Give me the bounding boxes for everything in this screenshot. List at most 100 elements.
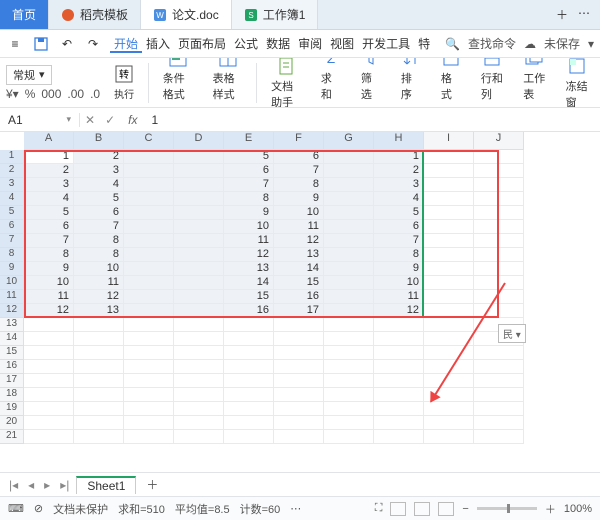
row-header[interactable]: 3 [0,178,24,192]
cell[interactable] [124,402,174,416]
cell[interactable]: 5 [374,206,424,220]
cell[interactable] [374,332,424,346]
cell[interactable] [424,248,474,262]
cell[interactable] [124,360,174,374]
cell[interactable] [324,248,374,262]
cell[interactable] [124,430,174,444]
cell[interactable]: 16 [224,304,274,318]
cell[interactable] [474,248,524,262]
add-tab-icon[interactable]: ＋ [556,6,568,23]
cell[interactable] [474,192,524,206]
cell[interactable]: 10 [224,220,274,234]
cell[interactable] [474,164,524,178]
menu-icon[interactable]: ⋯ [578,6,590,23]
cell[interactable] [124,164,174,178]
cell[interactable] [174,416,224,430]
cell[interactable]: 10 [274,206,324,220]
cell[interactable] [424,402,474,416]
cell[interactable]: 3 [74,164,124,178]
row-header[interactable]: 17 [0,374,24,388]
cell[interactable] [124,248,174,262]
cell[interactable]: 12 [274,234,324,248]
cell[interactable] [474,234,524,248]
col-header[interactable]: A [24,132,74,150]
cell[interactable] [424,262,474,276]
cell[interactable] [124,346,174,360]
cell[interactable] [124,290,174,304]
cell[interactable] [374,402,424,416]
formula-input[interactable]: 1 [145,113,600,127]
cell[interactable] [174,220,224,234]
tab-home[interactable]: 首页 [0,0,49,29]
cell[interactable] [24,402,74,416]
cell[interactable] [324,206,374,220]
row-header[interactable]: 4 [0,192,24,206]
cell[interactable] [424,276,474,290]
keyboard-icon[interactable]: ⌨ [8,502,24,515]
cell[interactable] [74,416,124,430]
sum-button[interactable]: Σ 求和▾ [315,58,347,108]
cell[interactable]: 7 [374,234,424,248]
cell[interactable] [124,276,174,290]
col-header[interactable]: C [124,132,174,150]
cell[interactable] [324,374,374,388]
cell[interactable]: 13 [274,248,324,262]
cell[interactable] [474,262,524,276]
cell[interactable] [24,360,74,374]
cell[interactable] [324,416,374,430]
sheet-nav-first[interactable]: |◂ [6,478,21,492]
row-header[interactable]: 13 [0,318,24,332]
doc-helper-button[interactable]: 文档助手 [265,58,307,108]
cell[interactable] [424,346,474,360]
row-header[interactable]: 1 [0,150,24,164]
cell[interactable] [374,416,424,430]
cell[interactable] [474,388,524,402]
cell[interactable]: 12 [374,304,424,318]
cell[interactable] [124,178,174,192]
cell[interactable]: 6 [274,150,324,164]
cell[interactable]: 11 [74,276,124,290]
sheet-nav-last[interactable]: ▸| [57,478,72,492]
cell[interactable] [324,360,374,374]
cell[interactable] [374,388,424,402]
row-header[interactable]: 10 [0,276,24,290]
cell[interactable]: 9 [224,206,274,220]
cell[interactable]: 7 [74,220,124,234]
cell[interactable]: 8 [224,192,274,206]
cell[interactable] [474,150,524,164]
cell[interactable] [324,346,374,360]
cell[interactable] [24,346,74,360]
increase-decimal-button[interactable]: .00 [67,87,84,101]
cell[interactable] [424,374,474,388]
cell[interactable] [174,248,224,262]
cell[interactable]: 11 [374,290,424,304]
cell[interactable]: 17 [274,304,324,318]
col-header[interactable]: H [374,132,424,150]
cell[interactable] [424,164,474,178]
cell[interactable] [324,150,374,164]
tab-workbook[interactable]: S 工作簿1 [232,0,319,29]
tab-daoke[interactable]: 稻壳模板 [49,0,141,29]
cell[interactable] [124,304,174,318]
cell[interactable] [174,150,224,164]
row-header[interactable]: 14 [0,332,24,346]
cell[interactable] [424,206,474,220]
row-header[interactable]: 20 [0,416,24,430]
cell[interactable]: 6 [374,220,424,234]
cell[interactable]: 8 [24,248,74,262]
cell[interactable] [274,318,324,332]
cell[interactable] [124,416,174,430]
row-header[interactable]: 21 [0,430,24,444]
cell[interactable] [324,402,374,416]
cell[interactable]: 6 [224,164,274,178]
cell[interactable] [474,276,524,290]
cell[interactable] [224,388,274,402]
cell[interactable] [474,402,524,416]
status-more-icon[interactable]: ⋯ [290,502,301,515]
cell[interactable] [24,416,74,430]
currency-button[interactable]: ¥▾ [6,87,19,101]
cell[interactable] [124,206,174,220]
cell[interactable]: 13 [224,262,274,276]
cell[interactable] [424,290,474,304]
cell[interactable] [324,164,374,178]
